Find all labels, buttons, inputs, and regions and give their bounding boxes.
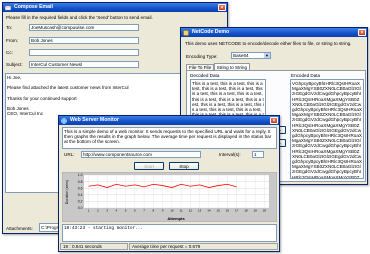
y-tick-label: 1.0 — [78, 173, 83, 177]
stop-button[interactable]: Stop — [169, 162, 199, 170]
attachments-label: Attachments: — [6, 226, 33, 231]
to-label: To: — [6, 25, 13, 30]
encoding-type-value: Base64 — [233, 53, 249, 58]
y-axis-label: Duration (secs) — [65, 180, 69, 204]
x-tick-label: 16 — [226, 209, 230, 213]
email-instructions: Please fill in the required fields and c… — [6, 15, 153, 20]
encoding-type-select[interactable]: Base64 ▼ — [231, 52, 271, 59]
x-tick-label: 13 — [198, 209, 202, 213]
web-monitor-window: Web Server Monitor × This is a simple de… — [58, 115, 280, 252]
tab-string-to-string[interactable]: String to String — [213, 63, 251, 70]
subject-label: Subject: — [6, 62, 23, 67]
netcode-titlebar[interactable]: NetCode Demo × — [181, 28, 367, 37]
monitor-log: 10:43:23 - starting monitor... — [62, 224, 277, 242]
close-icon[interactable]: × — [218, 4, 226, 11]
from-label: From: — [6, 38, 18, 43]
web-monitor-title: Web Server Monitor — [70, 117, 119, 123]
interval-label: Interval(s): — [219, 152, 241, 157]
encoding-type-label: Encoding Type: — [186, 54, 218, 59]
from-field[interactable]: Bob Jones — [29, 37, 139, 44]
y-tick-label: 0.6 — [78, 186, 83, 190]
x-tick-label: 10 — [170, 209, 174, 213]
cc-field[interactable] — [29, 49, 139, 56]
compose-email-titlebar[interactable]: Compose Email × — [3, 3, 227, 12]
compose-email-title: Compose Email — [14, 4, 53, 10]
monitor-description: This is a simple demo of a web monitor. … — [62, 127, 277, 149]
status-average: Average time per request = 0.679 — [129, 243, 278, 250]
mail-icon — [5, 5, 11, 10]
status-count: 19 : 0.641 seconds — [60, 243, 128, 250]
netcode-description: This demo uses NETCODE to encode/decode … — [185, 41, 352, 46]
chevron-down-icon[interactable]: ▼ — [264, 53, 270, 58]
interval-input[interactable]: 1 — [252, 151, 264, 158]
x-tick-label: 17 — [235, 209, 239, 213]
close-icon[interactable]: × — [358, 29, 366, 36]
url-input[interactable]: http://www.componentsource.com — [81, 151, 201, 158]
x-tick-label: 15 — [216, 209, 220, 213]
web-monitor-titlebar[interactable]: Web Server Monitor × — [59, 116, 279, 125]
app-icon — [183, 29, 189, 36]
duration-chart: 1.00.80.60.40.20.0 1 2 3 4 5 6 7 8 9 10 11 12 13 14 15… — [62, 172, 277, 222]
x-tick-label: 20 — [263, 209, 267, 213]
netcode-title: NetCode Demo — [192, 29, 230, 35]
to-field[interactable]: JoeMuscash@compuwise.com — [29, 24, 139, 31]
y-tick-label: 0.2 — [78, 200, 83, 204]
y-tick-label: 0.0 — [78, 206, 83, 210]
url-label: URL: — [64, 152, 75, 157]
encoded-data-output[interactable]: VGhpcyBpcyBhIHRlc3QsIHRoaXMgaXMgYSB0ZXN0… — [290, 79, 364, 179]
x-tick-label: 12 — [189, 209, 193, 213]
y-tick-label: 0.4 — [78, 193, 83, 197]
log-line: 10:43:23 - starting monitor... — [64, 226, 144, 231]
x-tick-label: 19 — [253, 209, 257, 213]
subject-field[interactable]: InterCul Customer Newsl — [29, 61, 139, 68]
x-axis-label: Attempts — [167, 216, 185, 221]
decoded-data-label: Decoded Data — [190, 73, 220, 78]
y-tick-label: 0.8 — [78, 180, 83, 184]
start-button[interactable]: Start — [134, 162, 164, 170]
monitor-statusbar: 19 : 0.641 seconds Average time per requ… — [60, 243, 278, 250]
cc-label: Cc: — [6, 50, 13, 55]
globe-icon — [61, 117, 67, 124]
x-tick-label: 18 — [244, 209, 248, 213]
x-tick-label: 14 — [207, 209, 211, 213]
encoded-data-label: Encoded Data — [291, 73, 321, 78]
close-icon[interactable]: × — [270, 117, 278, 124]
x-tick-label: 11 — [180, 209, 183, 213]
